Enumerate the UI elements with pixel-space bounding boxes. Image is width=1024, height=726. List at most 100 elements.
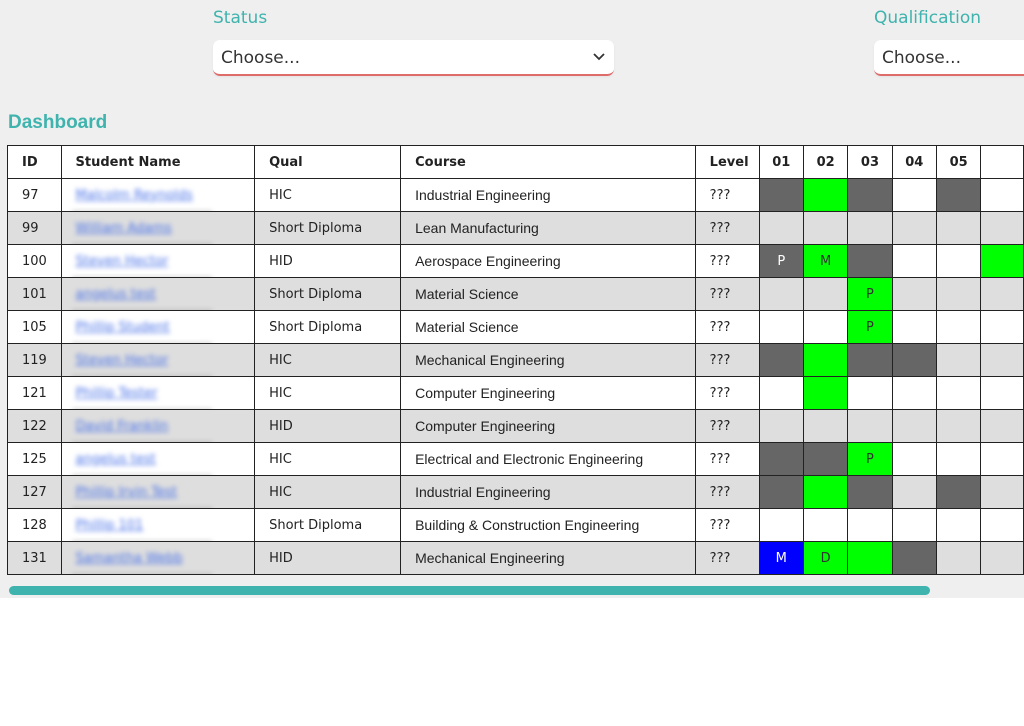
unit-cell-05[interactable] [935, 277, 982, 311]
column-header-unit-01[interactable]: 01 [758, 145, 804, 179]
column-header-unit-05[interactable]: 05 [935, 145, 982, 179]
unit-cell-05[interactable] [935, 244, 982, 278]
unit-cell-03[interactable] [847, 244, 893, 278]
unit-cell-03[interactable] [847, 475, 893, 509]
unit-cell-overflow[interactable] [980, 409, 1024, 443]
unit-cell-05[interactable] [935, 541, 982, 575]
table-row[interactable]: 125 angelus test HIC Electrical and Electro… [7, 442, 1024, 476]
unit-cell-02[interactable] [802, 277, 849, 311]
qualification-select[interactable]: Choose... [874, 40, 1024, 76]
unit-cell-04[interactable] [891, 343, 937, 377]
table-row[interactable]: 105 Phillip Student Short Diploma Material … [7, 310, 1024, 344]
unit-cell-03[interactable]: P [847, 277, 893, 311]
unit-cell-01[interactable] [758, 211, 804, 245]
student-name-link[interactable]: Samantha Webb [76, 551, 183, 566]
unit-cell-01[interactable] [758, 343, 804, 377]
unit-cell-04[interactable] [891, 475, 937, 509]
unit-cell-04[interactable] [891, 211, 937, 245]
unit-cell-05[interactable] [935, 409, 982, 443]
student-name-link[interactable]: William Adams [76, 221, 172, 236]
unit-cell-03[interactable] [847, 343, 893, 377]
column-header-student-name[interactable]: Student Name [60, 145, 256, 179]
unit-cell-05[interactable] [935, 508, 982, 542]
table-row[interactable]: 101 angelus test Short Diploma Material Sci… [7, 277, 1024, 311]
table-row[interactable]: 121 Phillip Tester HIC Computer Engineering… [7, 376, 1024, 410]
unit-cell-overflow[interactable] [980, 244, 1024, 278]
unit-cell-02[interactable] [802, 211, 849, 245]
unit-cell-02[interactable] [802, 376, 849, 410]
unit-cell-03[interactable] [847, 508, 893, 542]
column-header-unit-02[interactable]: 02 [802, 145, 849, 179]
unit-cell-04[interactable] [891, 541, 937, 575]
column-header-id[interactable]: ID [7, 145, 62, 179]
unit-cell-overflow[interactable] [980, 277, 1024, 311]
unit-cell-03[interactable]: P [847, 310, 893, 344]
unit-cell-05[interactable] [935, 178, 982, 212]
student-name-link[interactable]: Steven Hector [76, 254, 169, 269]
unit-cell-05[interactable] [935, 376, 982, 410]
student-name-link[interactable]: angelus test [76, 287, 156, 302]
column-header-unit-03[interactable]: 03 [847, 145, 893, 179]
unit-cell-overflow[interactable] [980, 178, 1024, 212]
student-name-link[interactable]: Malcolm Reynolds [76, 188, 193, 203]
unit-cell-01[interactable] [758, 508, 804, 542]
unit-cell-overflow[interactable] [980, 475, 1024, 509]
unit-cell-01[interactable] [758, 310, 804, 344]
unit-cell-02[interactable]: M [802, 244, 849, 278]
student-name-link[interactable]: angelus test [76, 452, 156, 467]
unit-cell-02[interactable] [802, 442, 849, 476]
student-name-link[interactable]: David Franklin [76, 419, 169, 434]
unit-cell-01[interactable] [758, 277, 804, 311]
unit-cell-05[interactable] [935, 442, 982, 476]
unit-cell-overflow[interactable] [980, 343, 1024, 377]
column-header-level[interactable]: Level [694, 145, 760, 179]
student-name-link[interactable]: Phillip Tester [76, 386, 158, 401]
table-row[interactable]: 99 William Adams Short Diploma Lean Manufac… [7, 211, 1024, 245]
unit-cell-02[interactable] [802, 310, 849, 344]
unit-cell-04[interactable] [891, 244, 937, 278]
unit-cell-01[interactable]: M [758, 541, 804, 575]
column-header-course[interactable]: Course [400, 145, 696, 179]
student-name-link[interactable]: Steven Hector [76, 353, 169, 368]
column-header-unit-04[interactable]: 04 [891, 145, 937, 179]
unit-cell-04[interactable] [891, 376, 937, 410]
unit-cell-03[interactable] [847, 409, 893, 443]
unit-cell-04[interactable] [891, 277, 937, 311]
unit-cell-02[interactable] [802, 343, 849, 377]
table-row[interactable]: 131 Samantha Webb HID Mechanical Engineerin… [7, 541, 1024, 575]
unit-cell-03[interactable] [847, 541, 893, 575]
table-row[interactable]: 100 Steven Hector HID Aerospace Engineering… [7, 244, 1024, 278]
unit-cell-04[interactable] [891, 442, 937, 476]
unit-cell-03[interactable] [847, 376, 893, 410]
unit-cell-04[interactable] [891, 310, 937, 344]
unit-cell-overflow[interactable] [980, 442, 1024, 476]
unit-cell-02[interactable] [802, 475, 849, 509]
unit-cell-03[interactable]: P [847, 442, 893, 476]
status-select[interactable]: Choose... [213, 40, 614, 76]
unit-cell-01[interactable] [758, 475, 804, 509]
table-row[interactable]: 122 David Franklin HID Computer Engineering… [7, 409, 1024, 443]
student-name-link[interactable]: Phillip Irvin Test [76, 485, 177, 500]
table-row[interactable]: 127 Phillip Irvin Test HIC Industrial Engin… [7, 475, 1024, 509]
unit-cell-05[interactable] [935, 310, 982, 344]
unit-cell-05[interactable] [935, 343, 982, 377]
unit-cell-04[interactable] [891, 508, 937, 542]
unit-cell-02[interactable] [802, 178, 849, 212]
unit-cell-04[interactable] [891, 178, 937, 212]
table-row[interactable]: 128 Phillip 101 Short Diploma Building & Co… [7, 508, 1024, 542]
unit-cell-05[interactable] [935, 211, 982, 245]
unit-cell-01[interactable] [758, 376, 804, 410]
student-name-link[interactable]: Phillip 101 [76, 518, 144, 533]
table-row[interactable]: 97 Malcolm Reynolds HIC Industrial Engineer… [7, 178, 1024, 212]
table-row[interactable]: 119 Steven Hector HIC Mechanical Engineerin… [7, 343, 1024, 377]
unit-cell-overflow[interactable] [980, 541, 1024, 575]
column-header-qual[interactable]: Qual [254, 145, 402, 179]
unit-cell-overflow[interactable] [980, 508, 1024, 542]
unit-cell-overflow[interactable] [980, 376, 1024, 410]
unit-cell-01[interactable] [758, 409, 804, 443]
unit-cell-04[interactable] [891, 409, 937, 443]
unit-cell-03[interactable] [847, 211, 893, 245]
unit-cell-02[interactable]: D [802, 541, 849, 575]
unit-cell-01[interactable] [758, 442, 804, 476]
unit-cell-05[interactable] [935, 475, 982, 509]
